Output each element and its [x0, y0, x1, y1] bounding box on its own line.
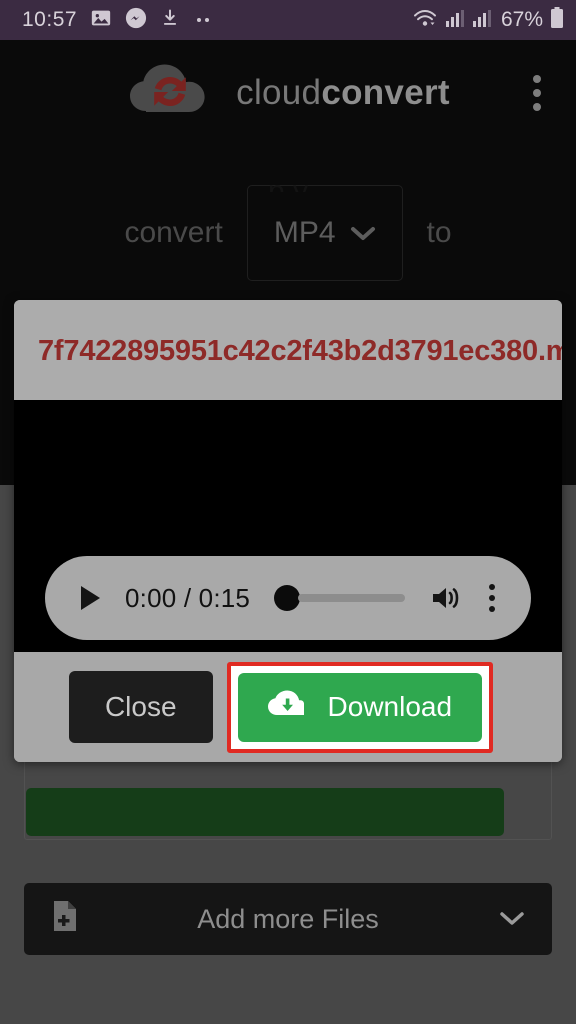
kebab-dot: [489, 584, 495, 590]
brand[interactable]: cloudconvert: [126, 59, 450, 126]
download-highlight-box: Download: [226, 661, 494, 753]
more-icons-indicator: [193, 11, 215, 29]
status-bar: 10:57 67%: [0, 0, 576, 40]
dialog-footer: Close Download: [14, 652, 562, 762]
wifi-icon: [412, 7, 438, 34]
source-format-select[interactable]: MP4: [246, 185, 403, 281]
download-button-label: Download: [327, 691, 453, 722]
file-plus-icon: [50, 899, 80, 940]
video-time-display: 0:00 / 0:15: [125, 582, 251, 613]
kebab-dot: [533, 74, 541, 83]
messenger-icon: [125, 7, 147, 34]
status-bar-right: 67%: [412, 6, 564, 35]
download-button[interactable]: Download: [237, 672, 483, 742]
cut-off-text: p y: [267, 175, 309, 192]
convert-label: convert: [124, 216, 223, 249]
kebab-dot: [489, 595, 495, 601]
status-bar-left: 10:57: [22, 7, 215, 34]
video-seek-bar[interactable]: [274, 585, 405, 611]
add-more-files-button[interactable]: Add more Files: [24, 883, 552, 955]
convert-action-button[interactable]: [26, 788, 504, 836]
chevron-down-icon: [350, 216, 376, 250]
video-options-button[interactable]: [481, 584, 503, 612]
seek-track[interactable]: [298, 594, 405, 602]
video-controls: 0:00 / 0:15: [45, 556, 531, 640]
battery-percentage: 67%: [500, 8, 543, 31]
signal-icon-2: [472, 8, 492, 33]
close-button[interactable]: Close: [68, 671, 213, 743]
status-bar-clock: 10:57: [22, 8, 78, 31]
seek-thumb[interactable]: [274, 585, 301, 611]
image-icon: [90, 7, 112, 34]
chevron-down-icon: [498, 904, 526, 935]
dialog-header: 7f7422895951c42c2f43b2d3791ec380.mp4: [14, 300, 562, 400]
app-header: cloudconvert: [0, 40, 576, 145]
kebab-dot: [533, 88, 541, 97]
kebab-dot: [489, 606, 495, 612]
volume-high-icon[interactable]: [429, 584, 463, 612]
source-format-value: MP4: [273, 216, 336, 249]
overflow-menu-button[interactable]: [520, 71, 554, 115]
brand-title: cloudconvert: [236, 72, 450, 112]
dialog-filename: 7f7422895951c42c2f43b2d3791ec380.mp4: [38, 334, 562, 367]
add-more-files-label: Add more Files: [197, 903, 379, 934]
cloud-refresh-logo-icon: [126, 59, 214, 126]
play-button[interactable]: [73, 584, 107, 612]
video-preview[interactable]: 0:00 / 0:15: [14, 400, 562, 652]
battery-icon: [550, 6, 564, 35]
signal-icon-1: [445, 8, 465, 33]
conversion-row: convert MP4 to: [0, 185, 576, 281]
to-label: to: [426, 216, 452, 249]
kebab-dot: [533, 102, 541, 111]
cloud-download-icon: [267, 690, 304, 725]
download-dialog: 7f7422895951c42c2f43b2d3791ec380.mp4 0:0…: [14, 300, 562, 762]
download-icon: [160, 7, 180, 34]
